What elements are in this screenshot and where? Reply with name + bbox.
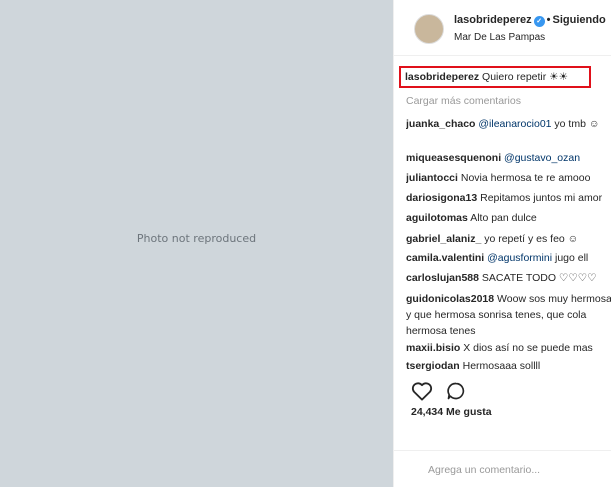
comment-row: carloslujan588 SACATE TODO ♡♡♡♡ <box>406 272 611 284</box>
add-comment-input[interactable]: Agrega un comentario... <box>428 464 540 476</box>
comment-text: yo repetí y es feo ☺ <box>484 233 579 245</box>
comment-text: y que hermosa sonrisa tenes, que cola <box>406 309 587 321</box>
caption-username[interactable]: lasobrideperez <box>405 71 479 83</box>
like-count[interactable]: 24,434 Me gusta <box>411 406 492 418</box>
post-sidebar: lasobrideperez ✓ • Siguiendo Mar De Las Pam… <box>393 0 611 487</box>
comment-username[interactable]: maxii.bisio <box>406 342 460 354</box>
comment-text: SACATE TODO ♡♡♡♡ <box>481 272 597 284</box>
post-header: lasobrideperez ✓ • Siguiendo Mar De Las Pam… <box>394 0 611 56</box>
comment-mention[interactable]: @ileanarocio01 <box>478 118 551 130</box>
comment-username[interactable]: aguilotomas <box>406 212 468 224</box>
comment-row: juliantocci Novia hermosa te re amooo <box>406 172 611 184</box>
comment-icon[interactable] <box>446 381 466 401</box>
comment-text: yo tmb ☺ <box>551 118 600 130</box>
location-link[interactable]: Mar De Las Pampas <box>454 32 545 43</box>
caption-text: Quiero repetir ☀☀ <box>482 71 568 83</box>
add-comment-bar: Agrega un comentario... <box>394 450 611 487</box>
comment-continuation: hermosa tenes <box>406 325 611 337</box>
comment-username[interactable]: carloslujan588 <box>406 272 479 284</box>
comment-continuation: y que hermosa sonrisa tenes, que cola <box>406 309 611 321</box>
comment-row: juanka_chaco @ileanarocio01 yo tmb ☺ <box>406 118 611 130</box>
following-button[interactable]: Siguiendo <box>553 14 606 26</box>
comment-text: Novia hermosa te re amooo <box>460 172 591 184</box>
comment-username[interactable]: juanka_chaco <box>406 118 475 130</box>
comment-text: hermosa tenes <box>406 325 476 337</box>
comment-mention[interactable]: @gustavo_ozan <box>504 152 580 164</box>
comment-text: Alto pan dulce <box>470 212 537 224</box>
comment-row: tsergiodan Hermosaaa sollll <box>406 360 611 372</box>
comment-username[interactable]: dariosigona13 <box>406 192 477 204</box>
comment-row: camila.valentini @agusformini jugo ell <box>406 252 611 264</box>
comment-mention[interactable]: @agusformini <box>487 252 552 264</box>
verified-badge-icon: ✓ <box>533 16 545 27</box>
comment-username[interactable]: tsergiodan <box>406 360 460 372</box>
comment-username[interactable]: camila.valentini <box>406 252 484 264</box>
comment-username[interactable]: juliantocci <box>406 172 458 184</box>
comment-text: Woow sos muy hermosa <box>497 293 611 305</box>
caption-highlighted: lasobrideperez Quiero repetir ☀☀ <box>399 66 591 88</box>
comment-row: dariosigona13 Repitamos juntos mi amor <box>406 192 611 204</box>
photo-omitted-note: Photo not reproduced <box>136 232 257 245</box>
post-photo-placeholder: Photo not reproduced <box>0 0 393 487</box>
comment-username[interactable]: miqueasesquenoni <box>406 152 501 164</box>
comment-username[interactable]: guidonicolas2018 <box>406 293 494 305</box>
comment-text: Repitamos juntos mi amor <box>480 192 603 204</box>
comment-row: miqueasesquenoni @gustavo_ozan <box>406 152 611 164</box>
comment-row: maxii.bisio X dios así no se puede mas <box>406 342 611 354</box>
heart-icon[interactable] <box>411 381 433 401</box>
comment-text: Hermosaaa sollll <box>462 360 541 372</box>
comment-text: X dios así no se puede mas <box>463 342 593 354</box>
load-more-comments-link[interactable]: Cargar más comentarios <box>406 95 521 107</box>
comment-row: guidonicolas2018 Woow sos muy hermosa <box>406 293 611 305</box>
comment-row: gabriel_alaniz_ yo repetí y es feo ☺ <box>406 233 611 245</box>
comment-row: aguilotomas Alto pan dulce <box>406 212 611 224</box>
header-user-line: lasobrideperez ✓ • Siguiendo <box>454 14 606 27</box>
separator-dot: • <box>546 14 551 26</box>
comment-text: jugo ell <box>552 252 589 264</box>
comment-username[interactable]: gabriel_alaniz_ <box>406 233 481 245</box>
header-username[interactable]: lasobrideperez <box>454 14 532 26</box>
avatar[interactable] <box>414 14 444 44</box>
